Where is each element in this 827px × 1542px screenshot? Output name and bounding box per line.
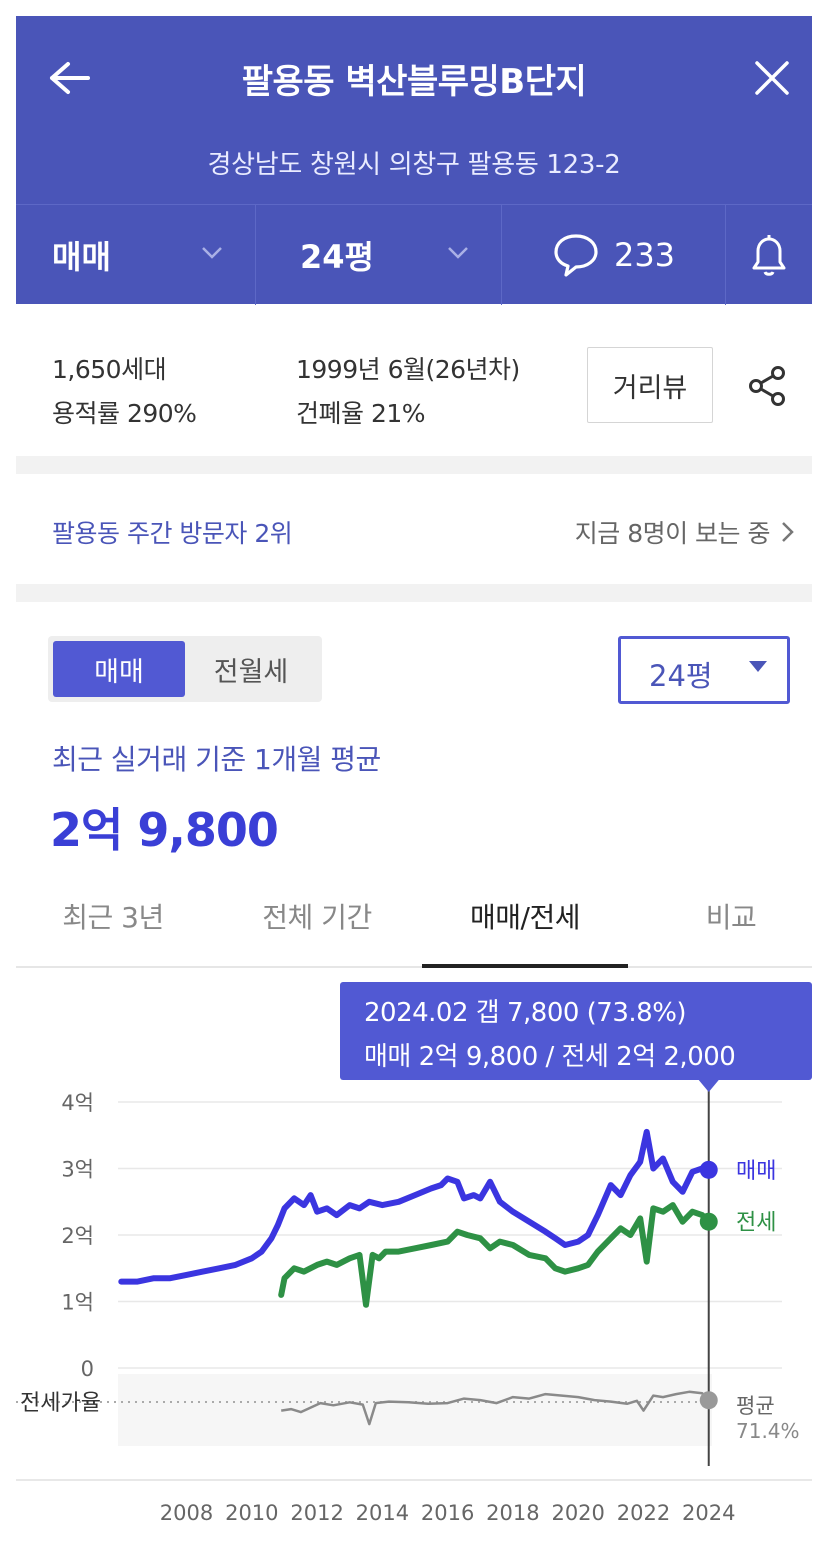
chevron-right-icon xyxy=(782,522,794,542)
x-tick-label: 2024 xyxy=(682,1501,735,1525)
sale-series-line xyxy=(118,1128,712,1285)
ratio-average-label: 평균 xyxy=(736,1394,775,1418)
complex-header: 팔용동 벽산블루밍B단지 경상남도 창원시 의창구 팔용동 123-2 매매 2… xyxy=(16,16,812,305)
y-tick-label: 4억 xyxy=(61,1091,94,1115)
trade-type-label: 매매 xyxy=(52,238,111,276)
built-year-text: 1999년 6월(26년차) xyxy=(296,355,520,384)
x-tick-label: 2018 xyxy=(486,1501,539,1525)
tooltip-line-1: 2024.02 갭 7,800 (73.8%) xyxy=(364,998,687,1028)
street-view-button[interactable]: 거리뷰 xyxy=(587,347,713,423)
chevron-down-icon xyxy=(448,247,468,259)
x-tick-label: 2012 xyxy=(290,1501,343,1525)
notification-button[interactable] xyxy=(726,205,812,305)
caret-down-icon xyxy=(749,661,767,672)
section-divider xyxy=(16,456,812,474)
y-tick-label: 1억 xyxy=(61,1291,94,1315)
section-divider xyxy=(16,584,812,602)
ratio-end-marker xyxy=(699,1391,718,1410)
ratio-band xyxy=(118,1374,712,1446)
tab-sale-jeonse[interactable]: 매매/전세 xyxy=(422,896,628,968)
x-tick-label: 2022 xyxy=(617,1501,670,1525)
visitor-banner[interactable]: 팔용동 주간 방문자 2위 지금 8명이 보는 중 xyxy=(16,474,812,584)
trade-segment-control: 매매 전월세 xyxy=(48,636,322,702)
y-tick-label: 3억 xyxy=(61,1158,94,1182)
tooltip-pointer xyxy=(698,1080,719,1092)
chart-tooltip: 2024.02 갭 7,800 (73.8%) 매매 2억 9,800 / 전세… xyxy=(340,982,812,1080)
segment-rent[interactable]: 전월세 xyxy=(185,641,317,697)
jeonse-series-line xyxy=(278,1202,712,1308)
households-text: 1,650세대 xyxy=(52,355,167,384)
chevron-down-icon xyxy=(202,247,222,259)
size-label: 24평 xyxy=(300,238,374,276)
complex-info: 1,650세대 용적률 290% 1999년 6월(26년차) 건폐율 21% … xyxy=(16,304,812,456)
viewers-now-text: 지금 8명이 보는 중 xyxy=(574,519,771,548)
share-icon xyxy=(749,366,785,406)
visitor-rank-text: 팔용동 주간 방문자 2위 xyxy=(52,519,293,548)
y-tick-label: 2억 xyxy=(61,1224,94,1248)
average-price-label: 최근 실거래 기준 1개월 평균 xyxy=(52,743,381,776)
x-tick-label: 2016 xyxy=(421,1501,474,1525)
ratio-axis-label: 전세가율 xyxy=(20,1391,101,1416)
comments-button[interactable]: 233 xyxy=(502,205,726,305)
ratio-average-value: 71.4% xyxy=(736,1419,800,1443)
x-tick-label: 2010 xyxy=(225,1501,278,1525)
comment-count: 233 xyxy=(613,236,676,274)
size-select-value: 24평 xyxy=(649,659,713,693)
tab-all-period[interactable]: 전체 기간 xyxy=(242,896,392,968)
period-tabs: 최근 3년 전체 기간 매매/전세 비교 xyxy=(16,882,812,968)
sale-end-marker xyxy=(699,1160,718,1179)
tooltip-line-2: 매매 2억 9,800 / 전세 2억 2,000 xyxy=(364,1042,736,1072)
x-tick-label: 2014 xyxy=(356,1501,409,1525)
close-icon xyxy=(755,61,789,95)
coverage-ratio-text: 건폐율 21% xyxy=(296,399,426,428)
size-select[interactable]: 24평 xyxy=(618,636,790,704)
jeonse-end-marker xyxy=(699,1212,718,1231)
average-price-value: 2억 9,800 xyxy=(50,803,279,857)
complex-address: 경상남도 창원시 의창구 팔용동 123-2 xyxy=(207,150,621,180)
complex-title: 팔용동 벽산블루밍B단지 xyxy=(241,62,587,102)
close-button[interactable] xyxy=(752,58,792,98)
segment-sale[interactable]: 매매 xyxy=(53,641,185,697)
header-filter-row: 매매 24평 233 xyxy=(16,204,812,305)
app-screen: 팔용동 벽산블루밍B단지 경상남도 창원시 의창구 팔용동 123-2 매매 2… xyxy=(16,16,812,1526)
y-tick-label: 0 xyxy=(81,1357,94,1381)
speech-bubble-icon xyxy=(554,234,598,277)
sale-series-label: 매매 xyxy=(736,1159,776,1184)
trade-type-dropdown[interactable]: 매매 xyxy=(16,205,256,305)
x-tick-label: 2020 xyxy=(551,1501,604,1525)
jeonse-series-label: 전세 xyxy=(736,1211,776,1236)
tab-recent-3y[interactable]: 최근 3년 xyxy=(38,896,188,968)
floor-area-ratio-text: 용적률 290% xyxy=(52,399,197,428)
share-button[interactable] xyxy=(746,364,788,408)
size-dropdown[interactable]: 24평 xyxy=(256,205,502,305)
x-tick-label: 2008 xyxy=(160,1501,213,1525)
bell-icon xyxy=(752,235,786,276)
tab-compare[interactable]: 비교 xyxy=(666,896,796,968)
